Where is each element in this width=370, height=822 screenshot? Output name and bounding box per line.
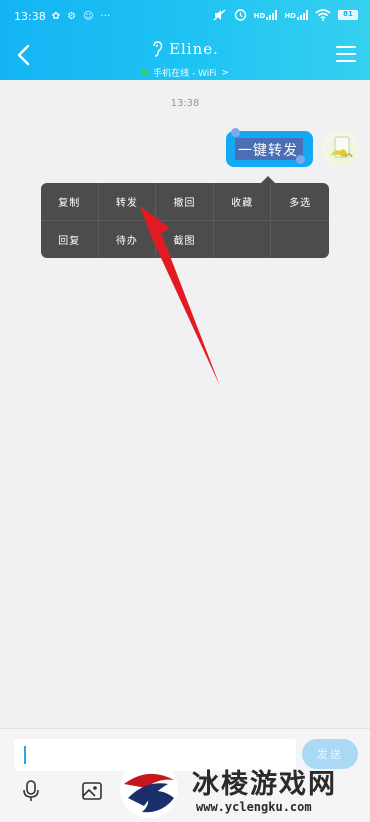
menu-item-screenshot[interactable]: 截图 xyxy=(156,220,214,258)
image-icon[interactable] xyxy=(80,779,104,803)
menu-button[interactable] xyxy=(336,46,356,64)
mute-icon xyxy=(213,8,226,21)
signal-2: HD xyxy=(284,9,308,20)
signal-bars-icon xyxy=(297,9,308,20)
context-menu: 复制 转发 撤回 收藏 多选 回复 待办 截图 xyxy=(41,183,329,258)
menu-item-copy[interactable]: 复制 xyxy=(41,183,99,221)
menu-item-empty xyxy=(214,220,272,258)
menu-line xyxy=(336,53,356,55)
battery-indicator: 81 xyxy=(338,9,358,20)
status-chevron-icon: > xyxy=(221,67,229,78)
avatar-image xyxy=(331,136,353,158)
signal-bars-icon xyxy=(266,9,278,20)
notification-icons: ✿ ⚙ ☺ ··· xyxy=(52,11,110,22)
alarm-icon xyxy=(234,9,246,21)
status-time: 13:38 xyxy=(14,9,46,23)
online-status-text: 手机在线 - WiFi xyxy=(153,69,217,79)
chat-title-area[interactable]: Eline. 手机在线 - WiFi > xyxy=(0,40,370,80)
chat-header: 13:38 ✿ ⚙ ☺ ··· HD HD 81 Eline. 手机在线 - W… xyxy=(0,0,370,80)
watermark-logo xyxy=(120,760,178,818)
menu-item-multiselect[interactable]: 多选 xyxy=(271,183,329,221)
menu-item-forward[interactable]: 转发 xyxy=(98,183,157,221)
online-status: 手机在线 - WiFi > xyxy=(141,66,229,79)
avatar[interactable] xyxy=(321,129,359,167)
watermark-url: www.yclengku.com xyxy=(196,800,312,814)
text-caret xyxy=(24,746,26,764)
ear-icon xyxy=(153,41,163,57)
menu-line xyxy=(336,60,356,62)
message-bubble[interactable]: 一键转发 xyxy=(226,128,313,167)
watermark-title: 冰棱游戏网 xyxy=(192,769,337,800)
annotation-arrow xyxy=(140,206,220,386)
status-indicators: HD HD 81 xyxy=(213,8,358,21)
menu-item-todo[interactable]: 待办 xyxy=(99,220,157,258)
contact-title: Eline. xyxy=(151,40,219,58)
menu-item-favorite[interactable]: 收藏 xyxy=(213,183,272,221)
wifi-icon xyxy=(315,8,331,21)
menu-item-recall[interactable]: 撤回 xyxy=(156,183,214,221)
selection-handle-end[interactable] xyxy=(296,155,305,164)
notification-icon-1: ✿ xyxy=(51,10,61,22)
online-dot-icon xyxy=(141,69,149,76)
menu-line xyxy=(336,46,356,48)
more-notifications-icon: ··· xyxy=(100,10,111,22)
selection-handle-start[interactable] xyxy=(231,128,240,137)
contact-name: Eline. xyxy=(169,40,219,58)
menu-item-reply[interactable]: 回复 xyxy=(41,220,99,258)
message-text[interactable]: 一键转发 xyxy=(238,140,298,160)
signal-1: HD xyxy=(254,9,278,20)
status-bar: 13:38 ✿ ⚙ ☺ ··· HD HD 81 xyxy=(0,0,370,32)
message-timestamp: 13:38 xyxy=(170,98,200,109)
notification-icon-3: ☺ xyxy=(83,10,94,22)
mic-icon[interactable] xyxy=(19,779,43,803)
notification-icon-2: ⚙ xyxy=(67,10,77,22)
menu-item-empty xyxy=(271,221,329,259)
